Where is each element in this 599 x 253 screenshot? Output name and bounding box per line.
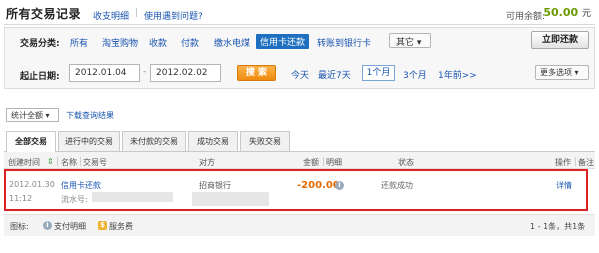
tab-unpaid[interactable]: 未付款的交易 — [122, 131, 186, 151]
tab-all[interactable]: 全部交易 — [6, 131, 56, 152]
other-types-dropdown[interactable]: 其它 ▾ — [389, 33, 431, 48]
header-separator — [80, 157, 81, 166]
balance-unit: 元 — [581, 9, 591, 19]
type-taobao[interactable]: 淘宝购物 — [102, 36, 138, 49]
search-button[interactable]: 搜 索 — [237, 65, 276, 81]
stats-dropdown[interactable]: 统计全额 ▾ — [6, 108, 59, 122]
header-created-time[interactable]: 创建时间 — [8, 157, 40, 168]
row-date: 2012.01.30 — [9, 180, 55, 189]
tab-in-progress[interactable]: 进行中的交易 — [58, 131, 120, 151]
type-receive[interactable]: 收款 — [149, 36, 167, 49]
header-note: 备注 — [578, 158, 594, 167]
tab-failed[interactable]: 失败交易 — [240, 131, 290, 151]
header-separator: | — [135, 8, 139, 18]
type-credit-card-repay[interactable]: 信用卡还款 — [256, 34, 310, 49]
type-pay[interactable]: 付款 — [181, 36, 199, 49]
service-fee-icon: $ — [98, 221, 107, 230]
table-footer — [4, 214, 595, 236]
more-options-dropdown[interactable]: 更多选项 ▾ — [535, 65, 589, 80]
row-status: 还款成功 — [381, 181, 413, 190]
legend-payment-detail: 支付明细 — [54, 222, 86, 231]
range-today[interactable]: 今天 — [291, 68, 309, 81]
header-separator — [57, 157, 58, 166]
tab-success[interactable]: 成功交易 — [188, 131, 238, 151]
row-time: 11:12 — [9, 194, 33, 203]
header-separator — [575, 157, 576, 166]
row-amount: -200.00 — [297, 180, 340, 191]
date-range-label: 起止日期: — [20, 72, 60, 82]
header-action: 操作 — [555, 158, 571, 167]
header-divider — [4, 24, 595, 25]
payment-detail-icon: i — [43, 221, 52, 230]
row-serial-label: 流水号: — [61, 195, 88, 204]
balance-amount: 50.00 元 — [543, 6, 591, 19]
download-results-link[interactable]: 下载查询结果 — [66, 110, 114, 121]
type-filter-label: 交易分类: — [20, 39, 60, 49]
row-detail-link[interactable]: 详情 — [556, 180, 572, 191]
redacted-serial-number — [92, 192, 173, 202]
legend-label: 图标: — [10, 222, 29, 231]
legend-service-fee: 服务费 — [109, 222, 133, 231]
header-amount: 金额 — [303, 158, 319, 167]
range-1year-before[interactable]: 1年前>> — [438, 68, 477, 81]
pagination-info: 1 - 1条，共1条 — [530, 222, 586, 231]
start-date-input[interactable]: 2012.01.04 — [69, 64, 140, 82]
redacted-counterparty-account — [192, 192, 269, 206]
info-icon[interactable]: i — [335, 181, 344, 190]
page-title: 所有交易记录 — [6, 7, 82, 21]
header-separator — [323, 157, 324, 166]
repay-now-button[interactable]: 立即还款 — [531, 31, 589, 49]
header-txn-number: 交易号 — [83, 158, 107, 167]
type-transfer-to-card[interactable]: 转账到银行卡 — [317, 36, 371, 49]
type-utilities[interactable]: 缴水电煤 — [214, 36, 250, 49]
sort-icon[interactable]: ⇕ — [47, 157, 54, 166]
row-counterparty: 招商银行 — [199, 181, 231, 190]
range-7days[interactable]: 最近7天 — [318, 68, 351, 81]
header-detail: 明细 — [326, 158, 342, 167]
date-separator: - — [143, 67, 147, 77]
header-status: 状态 — [398, 158, 414, 167]
row-name-link[interactable]: 信用卡还款 — [61, 180, 101, 191]
range-1month[interactable]: 1个月 — [362, 65, 395, 81]
header-name: 名称 — [61, 158, 77, 167]
balance-label: 可用余额: — [505, 12, 545, 22]
end-date-input[interactable]: 2012.02.02 — [150, 64, 221, 82]
help-link[interactable]: 使用遇到问题? — [144, 9, 203, 22]
income-expense-link[interactable]: 收支明细 — [93, 9, 129, 22]
type-all[interactable]: 所有 — [70, 36, 88, 49]
range-3months[interactable]: 3个月 — [403, 68, 427, 81]
header-counterparty: 对方 — [199, 158, 215, 167]
